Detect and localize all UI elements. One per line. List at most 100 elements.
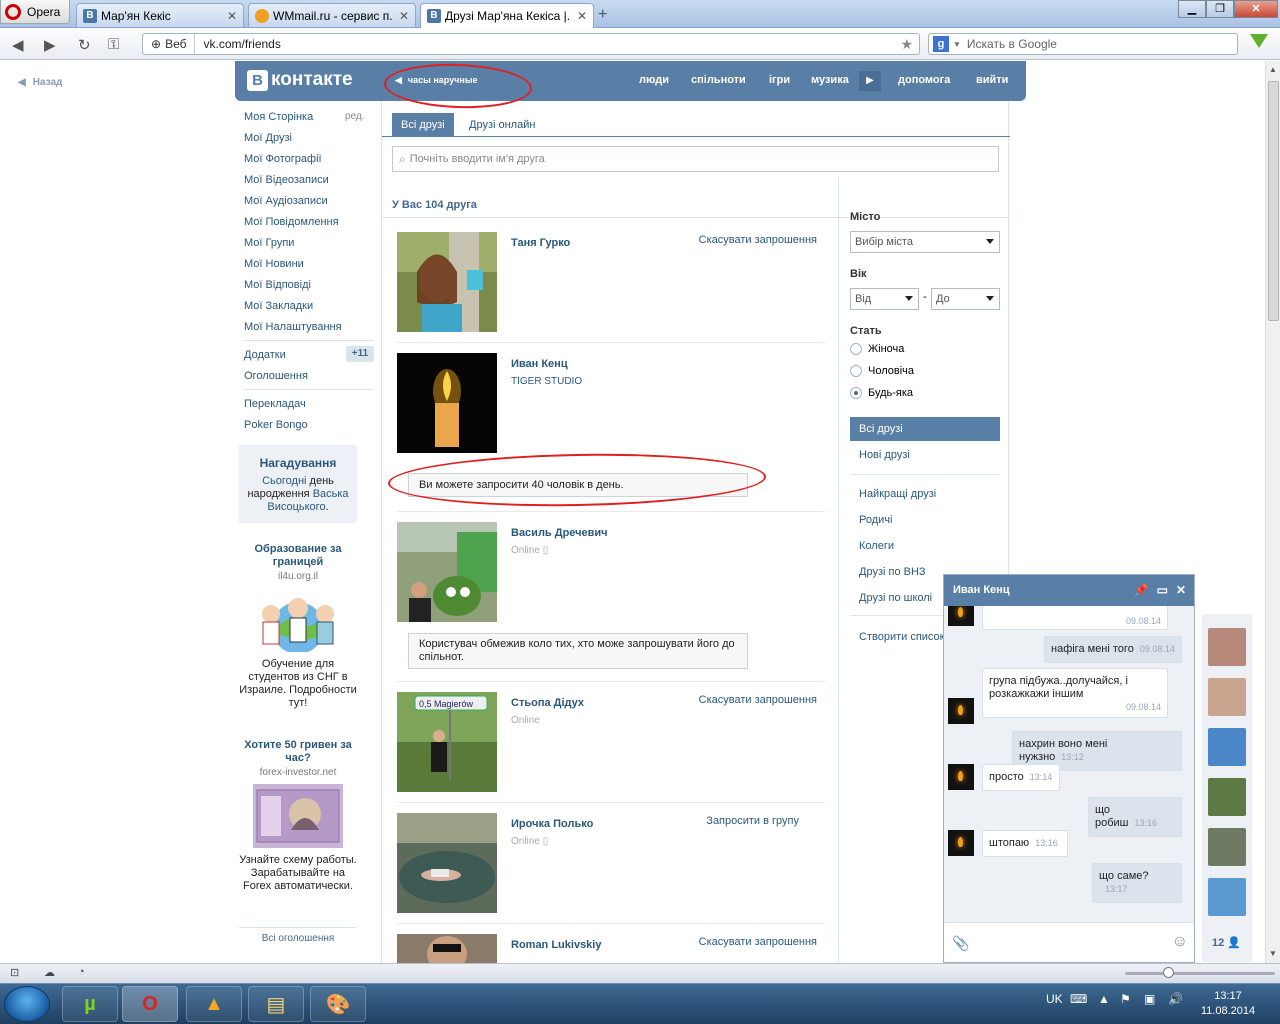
aimp-taskbar-icon[interactable]: ▲: [186, 986, 242, 1022]
attach-icon[interactable]: 📎: [952, 935, 969, 952]
menu-my-groups[interactable]: Мої Групи: [244, 237, 294, 249]
keyboard-icon[interactable]: ⌨: [1070, 992, 1087, 1006]
friend-name[interactable]: Roman Lukivskiy: [511, 939, 601, 951]
vk-logo[interactable]: Вконтакте: [247, 69, 353, 91]
key-icon[interactable]: ⚿: [108, 36, 119, 53]
friend-search-input[interactable]: ⌕ Почніть вводити ім'я друга: [392, 146, 999, 172]
tab-friends-online[interactable]: Друзі онлайн: [460, 113, 544, 137]
menu-poker-bongo[interactable]: Poker Bongo: [244, 419, 308, 431]
friend-avatar[interactable]: [397, 353, 497, 453]
edit-link[interactable]: ред.: [345, 111, 365, 122]
menu-my-page[interactable]: Моя Сторінка: [244, 111, 313, 123]
web-mode-badge[interactable]: ⊕ Веб: [143, 34, 196, 54]
close-window-icon[interactable]: ✕: [1234, 0, 1278, 18]
flag-icon[interactable]: ⚑: [1120, 992, 1131, 1006]
apps-count-badge[interactable]: +11: [346, 346, 374, 362]
nav-communities[interactable]: спільноти: [691, 74, 746, 86]
contact-avatar[interactable]: [1208, 728, 1246, 766]
menu-my-messages[interactable]: Мої Повідомлення: [244, 216, 339, 228]
explorer-taskbar-icon[interactable]: ▤: [248, 986, 304, 1022]
scroll-down-icon[interactable]: ▼: [1269, 949, 1277, 958]
forward-arrow-icon[interactable]: ▶: [44, 36, 56, 54]
language-indicator[interactable]: UK: [1046, 992, 1063, 1006]
online-count[interactable]: 12 👤: [1212, 936, 1241, 949]
ad-block-2[interactable]: Хотите 50 гривен за час? forex-investor.…: [239, 739, 357, 893]
cancel-invite-link[interactable]: Скасувати запрошення: [699, 936, 817, 948]
browser-tab-3-active[interactable]: B Друзі Мар'яна Кекіса |... ✕: [420, 3, 594, 28]
download-arrow-icon[interactable]: [1250, 34, 1268, 48]
sex-male-radio[interactable]: Чоловіча: [850, 365, 914, 377]
menu-my-photos[interactable]: Мої Фотографії: [244, 153, 322, 165]
network-icon[interactable]: ▣: [1144, 992, 1155, 1006]
menu-my-answers[interactable]: Мої Відповіді: [244, 279, 311, 291]
age-from-select[interactable]: Від: [850, 288, 919, 310]
paint-taskbar-icon[interactable]: 🎨: [310, 986, 366, 1022]
friend-name[interactable]: Иван Кенц: [511, 358, 568, 370]
sender-avatar[interactable]: [948, 830, 974, 856]
panel-toggle-icon[interactable]: ⊡: [10, 966, 19, 979]
tab-all-friends[interactable]: Всі друзі: [392, 113, 454, 137]
chat-header[interactable]: Иван Кенц 📌 ▭ ✕: [944, 575, 1194, 606]
minimize-icon[interactable]: ▁: [1178, 0, 1206, 18]
zoom-slider-knob[interactable]: [1163, 967, 1174, 978]
invite-to-group-link[interactable]: Запросити в групу: [706, 815, 799, 827]
all-ads-link[interactable]: Всі оголошення: [239, 927, 357, 944]
scrollbar-thumb[interactable]: [1268, 81, 1279, 321]
sender-avatar[interactable]: [948, 764, 974, 790]
menu-my-news[interactable]: Мої Новини: [244, 258, 304, 270]
menu-my-audio[interactable]: Мої Аудіозаписи: [244, 195, 328, 207]
menu-my-bookmarks[interactable]: Мої Закладки: [244, 300, 313, 312]
chat-input[interactable]: 📎 ☺: [944, 922, 1194, 962]
music-play-icon[interactable]: ▶: [859, 71, 881, 91]
close-tab-icon[interactable]: ✕: [399, 9, 409, 23]
ad-image-cartoon-globe[interactable]: [253, 588, 343, 654]
menu-my-videos[interactable]: Мої Відеозаписи: [244, 174, 329, 186]
menu-apps[interactable]: Додатки: [244, 349, 286, 361]
nav-music[interactable]: музика: [811, 74, 849, 86]
reload-icon[interactable]: ↻: [78, 36, 91, 54]
nav-help[interactable]: допомога: [898, 74, 950, 86]
close-tab-icon[interactable]: ✕: [227, 9, 237, 23]
age-to-select[interactable]: До: [931, 288, 1000, 310]
maximize-icon[interactable]: ▭: [1157, 583, 1168, 597]
bookmark-star-icon[interactable]: ★: [900, 36, 919, 53]
utorrent-taskbar-icon[interactable]: µ: [62, 986, 118, 1022]
volume-icon[interactable]: 🔊: [1168, 992, 1183, 1006]
friend-avatar[interactable]: [397, 813, 497, 913]
friend-name[interactable]: Стьопа Дідух: [511, 697, 584, 709]
list-best-friends[interactable]: Найкращі друзі: [850, 482, 1000, 506]
menu-ads[interactable]: Оголошення: [244, 370, 308, 382]
friend-name[interactable]: Таня Гурко: [511, 237, 570, 249]
new-tab-icon[interactable]: +: [598, 6, 607, 24]
menu-my-settings[interactable]: Мої Налаштування: [244, 321, 342, 333]
sender-avatar[interactable]: [948, 606, 974, 626]
menu-translator[interactable]: Перекладач: [244, 398, 306, 410]
back-link[interactable]: ◀ Назад: [18, 74, 69, 88]
back-arrow-icon[interactable]: ◀: [12, 36, 24, 54]
friend-avatar[interactable]: [397, 232, 497, 332]
close-tab-icon[interactable]: ✕: [577, 9, 587, 23]
contact-avatar[interactable]: [1208, 828, 1246, 866]
zoom-slider[interactable]: [1125, 967, 1275, 978]
url-text[interactable]: vk.com/friends: [195, 37, 900, 51]
tray-expand-icon[interactable]: ▲: [1098, 992, 1110, 1006]
browser-tab-2[interactable]: WMmail.ru - сервис п... ✕: [248, 3, 416, 27]
nav-people[interactable]: люди: [639, 74, 669, 86]
friend-name[interactable]: Василь Дречевич: [511, 527, 608, 539]
contact-avatar[interactable]: [1208, 678, 1246, 716]
menu-my-friends[interactable]: Мої Друзі: [244, 132, 292, 144]
address-field[interactable]: ⊕ Веб vk.com/friends ★: [142, 33, 920, 55]
sender-avatar[interactable]: [948, 698, 974, 724]
system-clock[interactable]: 13:17 11.08.2014: [1198, 989, 1258, 1019]
ad-image-banknote[interactable]: [253, 784, 343, 848]
speed-dial-icon[interactable]: ◔: [78, 966, 85, 978]
sex-any-radio[interactable]: Будь-яка: [850, 387, 913, 399]
cancel-invite-link[interactable]: Скасувати запрошення: [699, 694, 817, 706]
list-colleagues[interactable]: Колеги: [850, 534, 1000, 558]
ad-title[interactable]: Образование за границей: [239, 543, 357, 569]
sex-female-radio[interactable]: Жіноча: [850, 343, 904, 355]
contact-avatar[interactable]: [1208, 878, 1246, 916]
search-engine-dropdown-icon[interactable]: ▼: [953, 40, 961, 49]
list-relatives[interactable]: Родичі: [850, 508, 1000, 532]
friend-avatar[interactable]: [397, 934, 497, 963]
